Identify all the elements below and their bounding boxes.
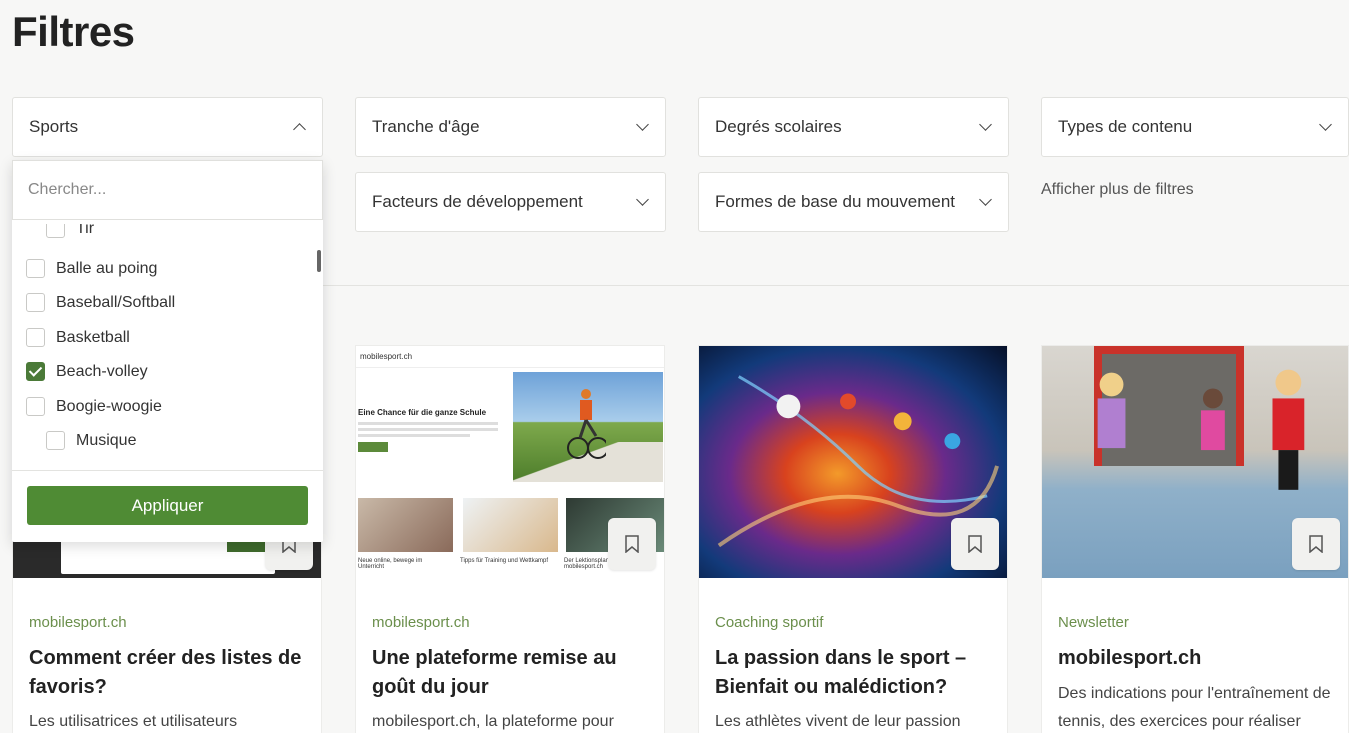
bookmark-icon bbox=[625, 535, 639, 553]
page-title: Filtres bbox=[12, 8, 135, 55]
option-musique[interactable]: Musique bbox=[46, 431, 136, 450]
option-label: Boogie-woogie bbox=[56, 397, 162, 415]
card-excerpt: Les athlètes vivent de leur passion bbox=[715, 713, 961, 730]
card-title[interactable]: Comment créer des listes de favoris? bbox=[29, 644, 307, 702]
card-excerpt: Les utilisatrices et utilisateurs bbox=[29, 713, 238, 730]
checkbox[interactable] bbox=[26, 328, 45, 347]
more-filters-link[interactable]: Afficher plus de filtres bbox=[1041, 181, 1194, 199]
bookmark-icon bbox=[1309, 535, 1323, 553]
card-category: mobilesport.ch bbox=[29, 614, 127, 631]
option-label: Tir bbox=[76, 224, 95, 237]
article-card-2[interactable]: mobilesport.ch Eine Chance für die ganze… bbox=[355, 345, 665, 733]
checkbox[interactable] bbox=[46, 431, 65, 450]
option-boogie-woogie[interactable]: Boogie-woogie bbox=[26, 397, 162, 416]
option-label: Balle au poing bbox=[56, 259, 158, 277]
dev-factors-label: Facteurs de développement bbox=[372, 192, 583, 211]
apply-button[interactable]: Appliquer bbox=[27, 486, 308, 525]
option-label: Musique bbox=[76, 431, 137, 449]
mock-caption: Neue online, bewege im Unterricht bbox=[358, 558, 423, 570]
mock-caption: Tipps für Training und Wettkampf bbox=[460, 558, 549, 564]
article-card-4[interactable]: Newsletter mobilesport.ch Des indication… bbox=[1041, 345, 1349, 733]
sports-select[interactable]: Sports bbox=[12, 97, 323, 157]
chevron-down-icon bbox=[636, 118, 649, 131]
card-category: Coaching sportif bbox=[715, 614, 824, 631]
checkbox[interactable] bbox=[46, 224, 65, 238]
chevron-down-icon bbox=[979, 193, 992, 206]
bookmark-button[interactable] bbox=[608, 518, 656, 570]
option-baseball-softball[interactable]: Baseball/Softball bbox=[26, 293, 175, 312]
option-basketball[interactable]: Basketball bbox=[26, 328, 130, 347]
option-tir[interactable]: Tir bbox=[46, 224, 94, 238]
checkbox[interactable] bbox=[26, 259, 45, 278]
card-title[interactable]: La passion dans le sport – Bienfait ou m… bbox=[715, 644, 993, 702]
option-label: Baseball/Softball bbox=[56, 293, 176, 311]
chevron-down-icon bbox=[1319, 118, 1332, 131]
movement-forms-select[interactable]: Formes de base du mouvement bbox=[698, 172, 1009, 232]
bookmark-button[interactable] bbox=[951, 518, 999, 570]
card-category: Newsletter bbox=[1058, 614, 1129, 631]
option-label: Beach-volley bbox=[56, 362, 148, 380]
age-range-select[interactable]: Tranche d'âge bbox=[355, 97, 666, 157]
sports-search-input[interactable] bbox=[28, 181, 307, 199]
chevron-up-icon bbox=[293, 123, 306, 136]
dev-factors-select[interactable]: Facteurs de développement bbox=[355, 172, 666, 232]
age-range-label: Tranche d'âge bbox=[372, 117, 480, 136]
bookmark-button[interactable] bbox=[1292, 518, 1340, 570]
article-card-3[interactable]: Coaching sportif La passion dans le spor… bbox=[698, 345, 1008, 733]
option-label: Basketball bbox=[56, 328, 130, 346]
content-types-label: Types de contenu bbox=[1058, 117, 1193, 136]
card-title[interactable]: mobilesport.ch bbox=[1058, 644, 1334, 673]
sports-option-list: Tir Balle au poing Baseball/Softball Bas… bbox=[12, 220, 323, 470]
bookmark-icon bbox=[968, 535, 982, 553]
school-levels-label: Degrés scolaires bbox=[715, 117, 842, 136]
sports-search bbox=[12, 160, 323, 220]
mock-site-name: mobilesport.ch bbox=[356, 346, 664, 368]
card-category: mobilesport.ch bbox=[372, 614, 470, 631]
checkbox[interactable] bbox=[26, 397, 45, 416]
card-excerpt: Des indications pour l'entraînement de t… bbox=[1058, 685, 1331, 730]
checkbox-checked[interactable] bbox=[26, 362, 45, 381]
checkbox[interactable] bbox=[26, 293, 45, 312]
chevron-down-icon bbox=[636, 193, 649, 206]
sports-select-label: Sports bbox=[29, 117, 79, 136]
school-levels-select[interactable]: Degrés scolaires bbox=[698, 97, 1009, 157]
mock-headline: Eine Chance für die ganze Schule bbox=[358, 408, 487, 417]
scrollbar-thumb[interactable] bbox=[317, 250, 321, 272]
card-title[interactable]: Une plateforme remise au goût du jour bbox=[372, 644, 650, 702]
card-excerpt: mobilesport.ch, la plateforme pour bbox=[372, 713, 614, 730]
option-beach-volley[interactable]: Beach-volley bbox=[26, 362, 148, 381]
content-types-select[interactable]: Types de contenu bbox=[1041, 97, 1349, 157]
movement-forms-label: Formes de base du mouvement bbox=[715, 192, 956, 211]
divider bbox=[12, 470, 323, 471]
option-balle-au-poing[interactable]: Balle au poing bbox=[26, 259, 157, 278]
sports-dropdown: Tir Balle au poing Baseball/Softball Bas… bbox=[12, 160, 323, 542]
chevron-down-icon bbox=[979, 118, 992, 131]
